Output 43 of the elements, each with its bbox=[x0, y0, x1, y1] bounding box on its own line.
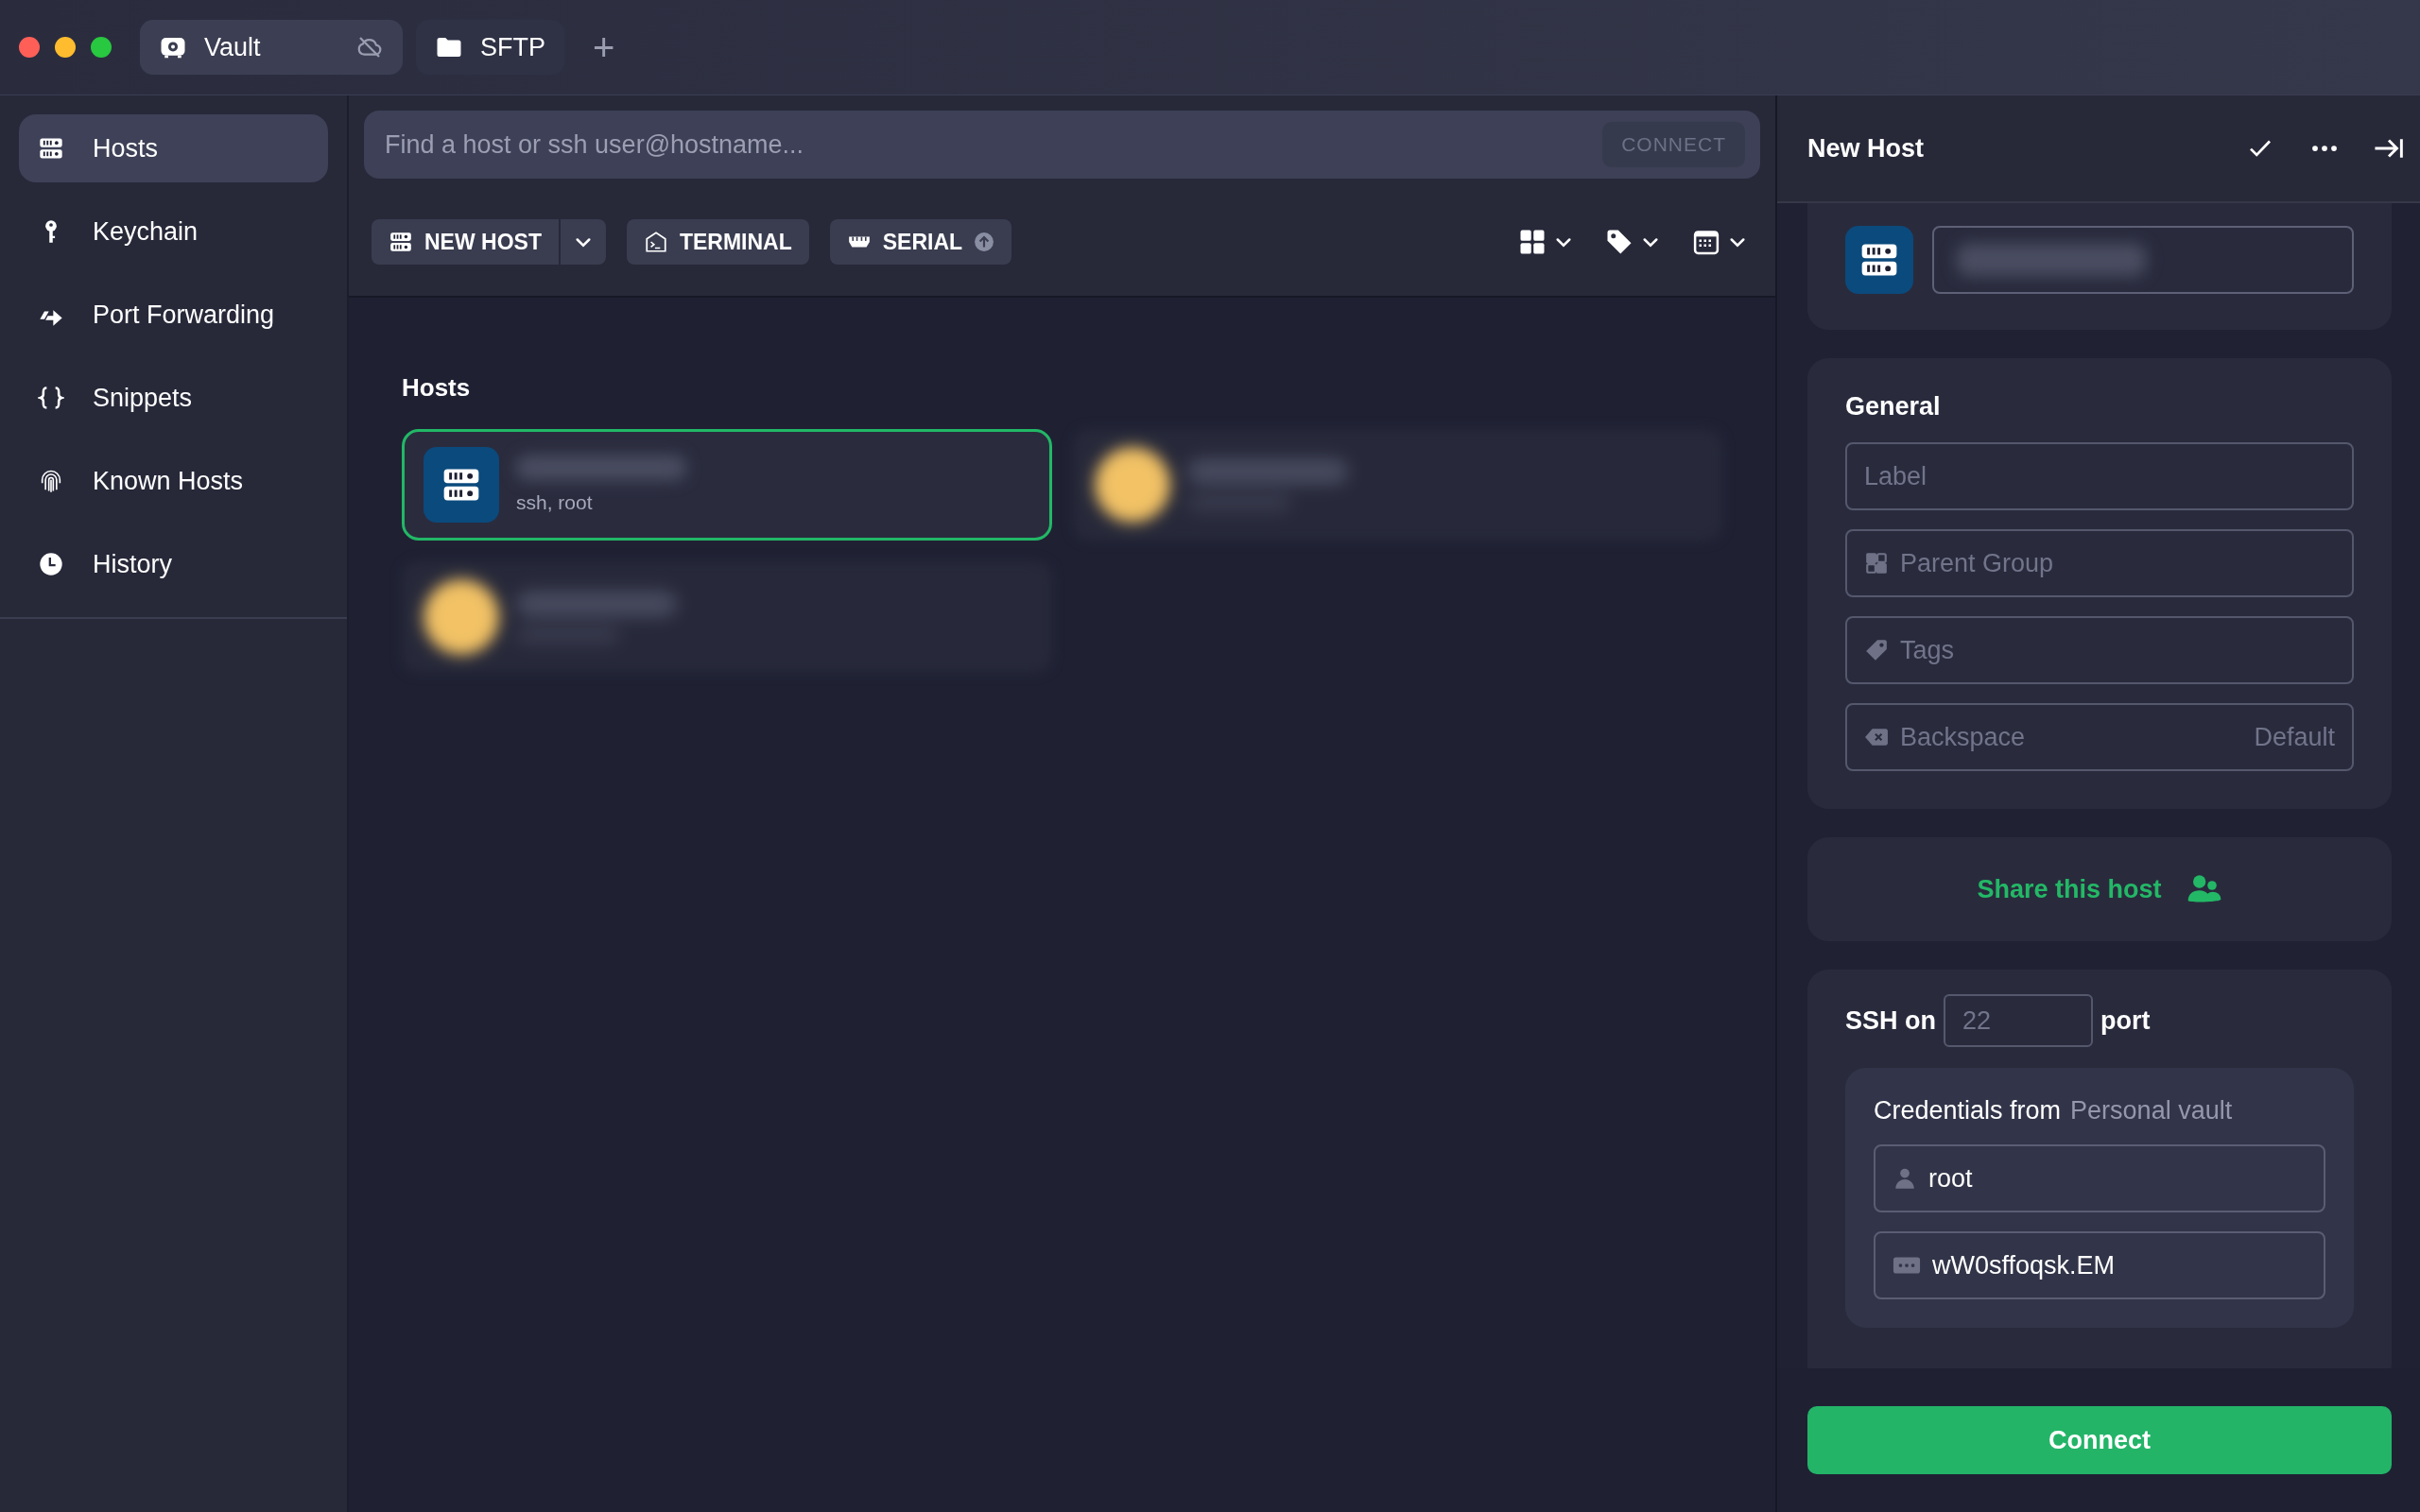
tag-icon bbox=[1864, 638, 1889, 662]
port-field[interactable]: 22 bbox=[1944, 994, 2093, 1047]
host-subtitle: ssh, root bbox=[516, 491, 594, 514]
address-field[interactable] bbox=[1932, 226, 2354, 294]
port-label: port bbox=[2100, 1005, 2151, 1036]
grid-icon bbox=[1518, 228, 1547, 256]
close-window-button[interactable] bbox=[19, 37, 40, 58]
people-icon bbox=[2186, 874, 2222, 904]
dropdown-button[interactable] bbox=[560, 219, 606, 265]
group-icon bbox=[1864, 551, 1889, 576]
server-icon bbox=[389, 230, 413, 254]
sidebar-item[interactable]: Known Hosts bbox=[19, 447, 328, 515]
user-icon bbox=[1893, 1166, 1917, 1191]
sidebar-item[interactable]: Keychain bbox=[19, 198, 328, 266]
calendar-icon bbox=[1692, 228, 1720, 256]
password-field[interactable]: wW0sffoqsk.EM bbox=[1874, 1231, 2325, 1299]
sidebar-item[interactable]: Port Forwarding bbox=[19, 281, 328, 349]
field-value: Default bbox=[2254, 722, 2335, 752]
serial-button[interactable]: SERIAL bbox=[829, 219, 1012, 265]
tab[interactable]: SFTP bbox=[416, 20, 564, 75]
ssh-label: SSH on bbox=[1845, 1005, 1936, 1036]
new-tab-button[interactable]: + bbox=[578, 26, 631, 69]
terminal-button[interactable]: TERMINAL bbox=[626, 219, 809, 265]
clock-icon bbox=[38, 551, 64, 577]
section-title: Hosts bbox=[402, 373, 472, 403]
host-card[interactable]: ssh, root bbox=[402, 429, 1052, 541]
username-field[interactable]: root bbox=[1874, 1144, 2325, 1212]
panel-title: New Host bbox=[1807, 133, 1925, 163]
vault-link[interactable]: Personal vault bbox=[2070, 1096, 2233, 1125]
sidebar-item[interactable]: Snippets bbox=[19, 364, 328, 432]
braces-icon bbox=[38, 385, 64, 411]
sidebar-item[interactable]: Hosts bbox=[19, 114, 328, 182]
upgrade-icon bbox=[974, 232, 995, 252]
new-host-button[interactable]: NEW HOST bbox=[372, 219, 559, 265]
share-host-button[interactable]: Share this host bbox=[1971, 873, 2228, 905]
section-title: General bbox=[1845, 392, 1942, 421]
sidebar-item[interactable]: History bbox=[19, 530, 328, 598]
zoom-window-button[interactable] bbox=[91, 37, 112, 58]
credentials-label: Credentials from bbox=[1874, 1096, 2062, 1125]
minimize-window-button[interactable] bbox=[55, 37, 76, 58]
tag-icon bbox=[1605, 228, 1634, 256]
tab[interactable]: Vault bbox=[140, 20, 403, 75]
terminal-icon bbox=[643, 230, 668, 254]
